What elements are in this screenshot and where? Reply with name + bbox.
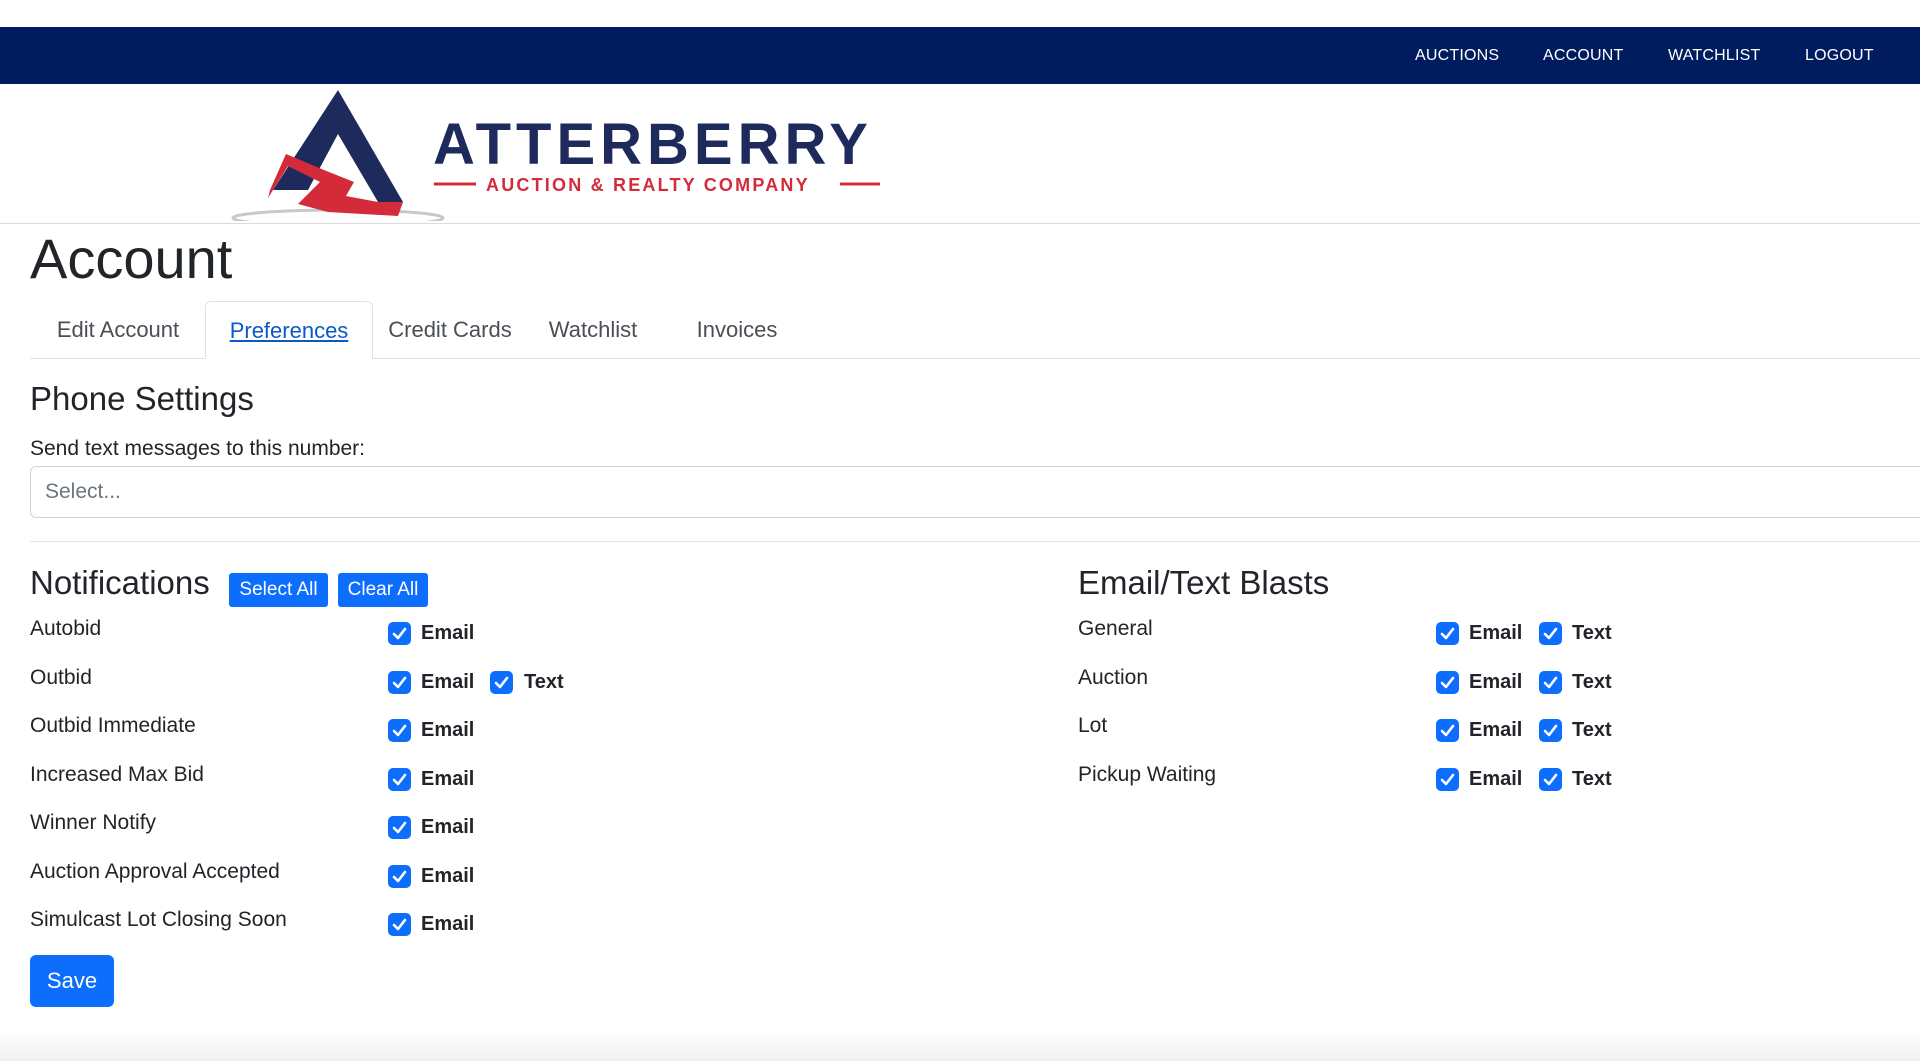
check-icon	[392, 724, 407, 737]
nav-watchlist[interactable]: WATCHLIST	[1668, 27, 1760, 84]
bottom-shadow	[0, 1030, 1920, 1061]
autobid-email-label: Email	[421, 622, 475, 644]
tab-watchlist[interactable]: Watchlist	[536, 301, 650, 357]
notif-label-auction-approval: Auction Approval Accepted	[30, 860, 280, 883]
phone-settings-heading: Phone Settings	[30, 380, 254, 417]
autobid-email-checkbox[interactable]	[388, 622, 411, 645]
blast-label-auction: Auction	[1078, 666, 1149, 689]
check-icon	[1440, 773, 1455, 786]
check-icon	[1440, 724, 1455, 737]
check-icon	[392, 918, 407, 931]
logo-name: ATTERBERRY	[433, 112, 873, 177]
increased-max-bid-email-label: Email	[421, 768, 475, 790]
account-tabs: Edit Account Preferences Credit Cards Wa…	[30, 301, 1920, 359]
check-icon	[1543, 724, 1558, 737]
auction-text-label: Text	[1572, 671, 1612, 693]
general-email-label: Email	[1469, 622, 1523, 644]
simulcast-email-checkbox[interactable]	[388, 913, 411, 936]
select-all-button[interactable]: Select All	[229, 573, 328, 607]
blast-label-pickup-waiting: Pickup Waiting	[1078, 763, 1217, 786]
blasts-heading: Email/Text Blasts	[1078, 564, 1330, 601]
pickup-waiting-text-label: Text	[1572, 768, 1612, 790]
check-icon	[1543, 773, 1558, 786]
general-email-checkbox[interactable]	[1436, 622, 1459, 645]
winner-notify-email-checkbox[interactable]	[388, 816, 411, 839]
outbid-immediate-email-label: Email	[421, 719, 475, 741]
notif-label-autobid: Autobid	[30, 617, 102, 640]
pickup-waiting-text-checkbox[interactable]	[1539, 768, 1562, 791]
company-logo[interactable]: ATTERBERRY AUCTION & REALTY COMPANY	[228, 86, 928, 221]
auction-approval-email-checkbox[interactable]	[388, 865, 411, 888]
nav-logout[interactable]: LOGOUT	[1805, 27, 1874, 84]
check-icon	[1543, 627, 1558, 640]
lot-text-checkbox[interactable]	[1539, 719, 1562, 742]
tab-credit-cards[interactable]: Credit Cards	[373, 301, 527, 357]
outbid-immediate-email-checkbox[interactable]	[388, 719, 411, 742]
nav-account[interactable]: ACCOUNT	[1543, 27, 1624, 84]
pickup-waiting-email-checkbox[interactable]	[1436, 768, 1459, 791]
blast-label-general: General	[1078, 617, 1153, 640]
check-icon	[392, 870, 407, 883]
site-header: ATTERBERRY AUCTION & REALTY COMPANY	[0, 84, 1920, 224]
notif-label-outbid-immediate: Outbid Immediate	[30, 714, 196, 737]
check-icon	[392, 821, 407, 834]
check-icon	[1543, 676, 1558, 689]
auction-text-checkbox[interactable]	[1539, 671, 1562, 694]
check-icon	[392, 627, 407, 640]
auction-approval-email-label: Email	[421, 865, 475, 887]
section-divider	[30, 541, 1920, 542]
pickup-waiting-email-label: Email	[1469, 768, 1523, 790]
nav-auctions[interactable]: AUCTIONS	[1415, 27, 1499, 84]
increased-max-bid-email-checkbox[interactable]	[388, 768, 411, 791]
lot-text-label: Text	[1572, 719, 1612, 741]
check-icon	[392, 773, 407, 786]
notif-label-simulcast: Simulcast Lot Closing Soon	[30, 908, 287, 931]
winner-notify-email-label: Email	[421, 816, 475, 838]
phone-number-label: Send text messages to this number:	[30, 437, 366, 460]
auction-email-checkbox[interactable]	[1436, 671, 1459, 694]
logo-tagline: AUCTION & REALTY COMPANY	[486, 175, 810, 195]
phone-number-select[interactable]: Select...	[30, 466, 1920, 518]
outbid-email-checkbox[interactable]	[388, 671, 411, 694]
lot-email-label: Email	[1469, 719, 1523, 741]
simulcast-email-label: Email	[421, 913, 475, 935]
notif-label-increased-max-bid: Increased Max Bid	[30, 763, 204, 786]
check-icon	[1440, 676, 1455, 689]
outbid-text-label: Text	[524, 671, 564, 693]
outbid-text-checkbox[interactable]	[490, 671, 513, 694]
tab-edit-account[interactable]: Edit Account	[30, 301, 206, 357]
check-icon	[1440, 627, 1455, 640]
notifications-heading: Notifications	[30, 564, 210, 601]
page-title: Account	[30, 227, 233, 290]
auction-email-label: Email	[1469, 671, 1523, 693]
check-icon	[392, 676, 407, 689]
blast-label-lot: Lot	[1078, 714, 1108, 737]
lot-email-checkbox[interactable]	[1436, 719, 1459, 742]
clear-all-button[interactable]: Clear All	[338, 573, 428, 607]
phone-number-placeholder: Select...	[45, 480, 121, 503]
notif-label-winner-notify: Winner Notify	[30, 811, 157, 834]
tab-preferences[interactable]: Preferences	[205, 301, 373, 359]
general-text-checkbox[interactable]	[1539, 622, 1562, 645]
outbid-email-label: Email	[421, 671, 475, 693]
save-button[interactable]: Save	[30, 955, 114, 1007]
tab-invoices[interactable]: Invoices	[683, 301, 791, 357]
check-icon	[494, 676, 509, 689]
top-nav: AUCTIONS ACCOUNT WATCHLIST LOGOUT	[0, 27, 1920, 84]
general-text-label: Text	[1572, 622, 1612, 644]
notif-label-outbid: Outbid	[30, 666, 92, 689]
